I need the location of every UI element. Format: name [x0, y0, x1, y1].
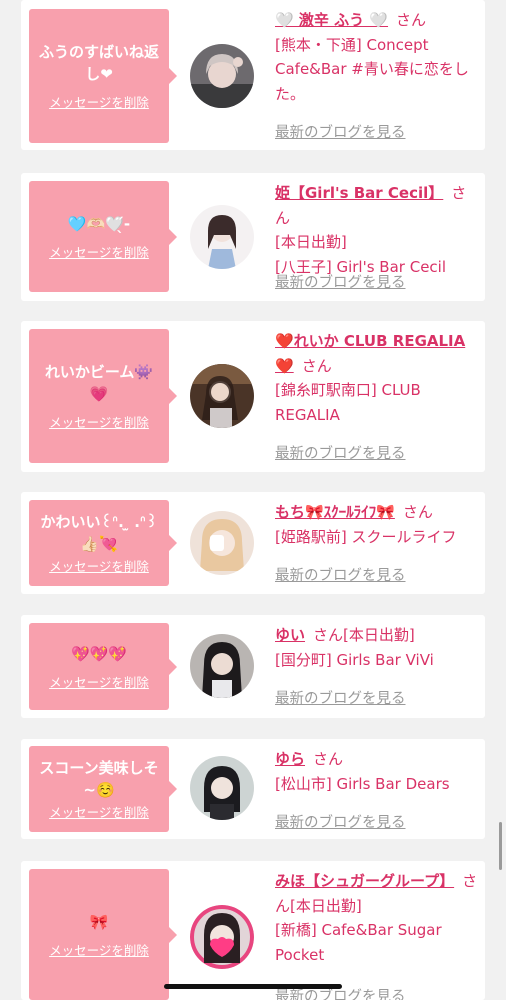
message-bubble: ふうのすばいね返し❤ メッセージを削除: [29, 9, 177, 143]
message-card: 🩵🫶🏻🤍̖́- メッセージを削除 姫【Girl's Bar Cecil】 さん […: [21, 173, 485, 301]
avatar[interactable]: [190, 511, 254, 575]
honorific: さん: [396, 11, 427, 29]
cast-info: 姫【Girl's Bar Cecil】 さん [本日出勤] [八王子] Girl'…: [275, 181, 481, 279]
cast-name-link[interactable]: ゆい: [275, 626, 305, 644]
cast-info: ゆら さん [松山市] Girls Bar Dears: [275, 747, 481, 796]
shop-info: [松山市] Girls Bar Dears: [275, 774, 450, 793]
message-text: ふうのすばいね返し❤: [38, 43, 159, 83]
avatar[interactable]: [190, 634, 254, 698]
delete-message-link[interactable]: メッセージを削除: [49, 943, 149, 959]
latest-blog-link[interactable]: 最新のブログを見る: [275, 811, 406, 832]
delete-message-link[interactable]: メッセージを削除: [49, 245, 149, 261]
message-text: 🩵🫶🏻🤍̖́-: [67, 214, 131, 233]
attendance-status: [本日出勤]: [275, 233, 347, 251]
message-text: 🎀: [89, 912, 109, 931]
message-bubble: かわいい꒰ᐢ. ̫ .ᐢ꒱👍🏻💘 メッセージを削除: [29, 500, 177, 586]
latest-blog-link[interactable]: 最新のブログを見る: [275, 687, 406, 708]
message-text: かわいい꒰ᐢ. ̫ .ᐢ꒱👍🏻💘: [40, 513, 158, 553]
cast-info: ゆい さん[本日出勤] [国分町] Girls Bar ViVi: [275, 623, 481, 672]
avatar[interactable]: [190, 905, 254, 969]
cast-info: 🤍 激辛 ふう 🤍 さん [熊本・下通] Concept Cafe&Bar #青い…: [275, 8, 481, 106]
shop-info: [新橋] Cafe&Bar Sugar Pocket: [275, 921, 442, 964]
message-card: ふうのすばいね返し❤ メッセージを削除 🤍 激辛 ふう 🤍 さん [熊本・下通] …: [21, 0, 485, 150]
home-indicator[interactable]: [164, 984, 342, 989]
delete-message-link[interactable]: メッセージを削除: [49, 415, 149, 431]
latest-blog-link[interactable]: 最新のブログを見る: [275, 442, 406, 463]
cast-name-link[interactable]: ゆら: [275, 750, 305, 768]
cast-name-link[interactable]: もち🎀ｽｸｰﾙﾗｲﾌ🎀: [275, 503, 395, 521]
cast-name-link[interactable]: 🤍 激辛 ふう 🤍: [275, 11, 388, 29]
message-bubble: 💖💖💖 メッセージを削除: [29, 623, 177, 710]
message-card: れいかビーム👾💗 メッセージを削除 ❤️れいか CLUB REGALIA❤️ さん…: [21, 321, 485, 472]
latest-blog-link[interactable]: 最新のブログを見る: [275, 271, 406, 292]
shop-info: [錦糸町駅南口] CLUB REGALIA: [275, 381, 421, 424]
message-card: かわいい꒰ᐢ. ̫ .ᐢ꒱👍🏻💘 メッセージを削除 もち🎀ｽｸｰﾙﾗｲﾌ🎀 さん …: [21, 492, 485, 594]
message-bubble: 🎀 メッセージを削除: [29, 869, 177, 1000]
avatar[interactable]: [190, 205, 254, 269]
shop-info: [姫路駅前] スクールライフ: [275, 527, 457, 546]
avatar[interactable]: [190, 364, 254, 428]
message-text: れいかビーム👾💗: [44, 363, 154, 403]
message-bubble: スコーン美味しそ~☺️ メッセージを削除: [29, 746, 177, 832]
message-bubble: れいかビーム👾💗 メッセージを削除: [29, 329, 177, 463]
delete-message-link[interactable]: メッセージを削除: [49, 805, 149, 821]
shop-info: [国分町] Girls Bar ViVi: [275, 650, 434, 669]
delete-message-link[interactable]: メッセージを削除: [49, 95, 149, 111]
cast-info: もち🎀ｽｸｰﾙﾗｲﾌ🎀 さん [姫路駅前] スクールライフ: [275, 500, 481, 549]
attendance-status: [本日出勤]: [343, 626, 415, 644]
honorific: さん: [313, 750, 344, 768]
message-card: 💖💖💖 メッセージを削除 ゆい さん[本日出勤] [国分町] Girls Bar …: [21, 615, 485, 718]
message-bubble: 🩵🫶🏻🤍̖́- メッセージを削除: [29, 181, 177, 292]
honorific: さん: [402, 503, 433, 521]
page: { "common": { "delete_label": "メッセージを削除"…: [0, 0, 506, 1000]
message-text: 💖💖💖: [70, 644, 128, 663]
message-text: スコーン美味しそ~☺️: [39, 759, 159, 799]
avatar[interactable]: [190, 756, 254, 820]
avatar[interactable]: [190, 44, 254, 108]
delete-message-link[interactable]: メッセージを削除: [49, 675, 149, 691]
cast-info: みほ【シュガーグループ】 さん[本日出勤] [新橋] Cafe&Bar Sugar…: [275, 869, 481, 967]
scrollbar[interactable]: [499, 822, 502, 870]
honorific: さん: [313, 626, 344, 644]
attendance-status: [本日出勤]: [290, 896, 362, 915]
cast-info: ❤️れいか CLUB REGALIA❤️ さん [錦糸町駅南口] CLUB REG…: [275, 329, 481, 427]
latest-blog-link[interactable]: 最新のブログを見る: [275, 121, 406, 142]
honorific: さん: [301, 356, 332, 375]
delete-message-link[interactable]: メッセージを削除: [49, 559, 149, 575]
shop-info: [熊本・下通] Concept Cafe&Bar #青い春に恋をした。: [275, 35, 469, 103]
cast-name-link[interactable]: みほ【シュガーグループ】: [275, 872, 454, 890]
message-card: スコーン美味しそ~☺️ メッセージを削除 ゆら さん [松山市] Girls Ba…: [21, 739, 485, 839]
latest-blog-link[interactable]: 最新のブログを見る: [275, 564, 406, 585]
message-card: 🎀 メッセージを削除 みほ【シュガーグループ】 さん[本日出勤] [新橋] Caf…: [21, 861, 485, 1000]
cast-name-link[interactable]: 姫【Girl's Bar Cecil】: [275, 184, 443, 202]
